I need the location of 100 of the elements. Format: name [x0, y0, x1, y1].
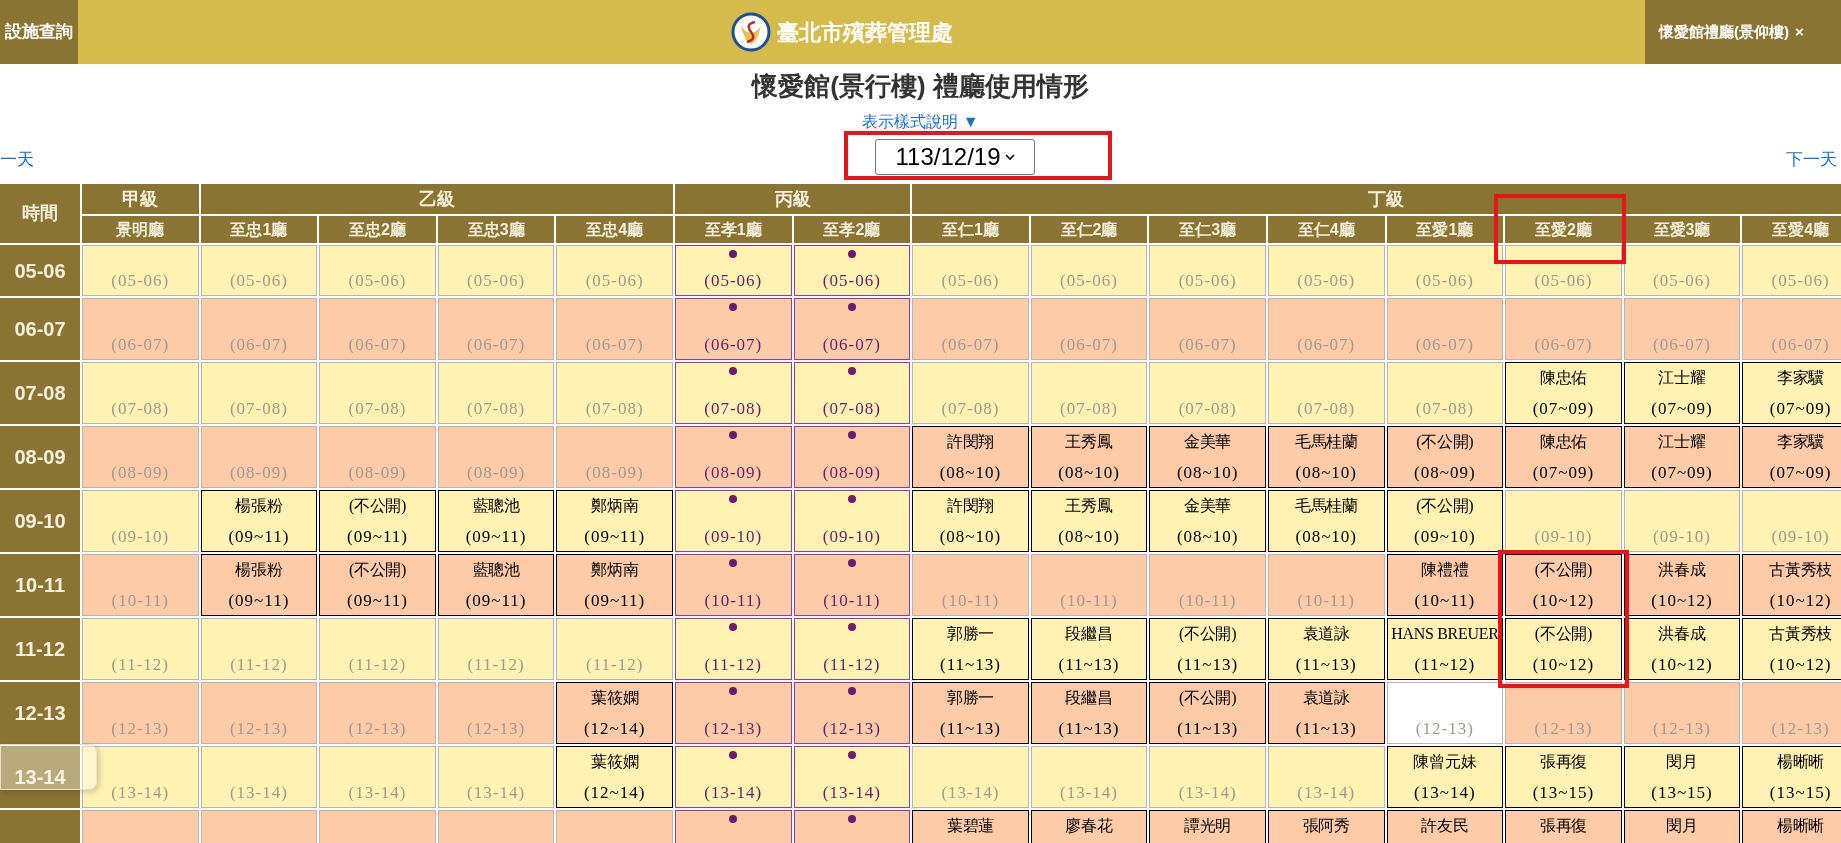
close-icon[interactable]: ×: [1795, 20, 1804, 44]
deceased-name: 毛馬桂蘭: [1294, 432, 1358, 452]
deceased-name: 閔月: [1666, 752, 1698, 772]
grade-header: 甲級: [82, 184, 199, 214]
deceased-name: 江士耀: [1658, 368, 1706, 388]
deceased-name: 古黃秀枝: [1769, 624, 1832, 644]
time-range: (09~11): [465, 590, 527, 612]
time-range: (09-10): [822, 526, 881, 548]
time-range: (10~12): [1651, 654, 1713, 676]
hall-header: 至仁1廳: [912, 216, 1029, 243]
time-label-text: 13-14: [14, 765, 66, 790]
time-range: (09-10): [1771, 526, 1830, 548]
facility-search-tab[interactable]: 設施查詢: [0, 0, 78, 64]
time-range: (11~13): [1177, 718, 1239, 740]
hall-header: 至愛3廳: [1623, 216, 1741, 243]
time-label-text: 07-08: [14, 381, 66, 406]
time-range: (08~10): [939, 526, 1002, 548]
time-range: (05-06): [585, 270, 644, 292]
time-range: (05-06): [229, 270, 288, 292]
time-range: (07~09): [1651, 462, 1713, 484]
time-range: (09~11): [584, 526, 646, 548]
time-range: (13-14): [1297, 782, 1356, 804]
time-range: (12-13): [704, 718, 763, 740]
time-range: (10~12): [1532, 590, 1595, 612]
time-label-text: 11-12: [14, 637, 66, 662]
time-range: (05-06): [1415, 270, 1474, 292]
deceased-name: 楊張粉: [235, 560, 283, 580]
deceased-name: HANS BREUER: [1391, 624, 1499, 644]
time-range: (06-07): [229, 334, 288, 356]
time-range: (10-11): [111, 590, 169, 612]
time-range: (09-10): [1653, 526, 1711, 548]
deceased-name: 楊張粉: [235, 496, 283, 516]
time-range: (09~11): [584, 590, 646, 612]
deceased-name: (不公開): [1534, 560, 1592, 581]
grade-header: 丁級: [912, 184, 1841, 214]
hall-header: 至忠1廳: [200, 216, 318, 243]
time-label-text: 08-09: [14, 445, 66, 470]
time-range: (08~10): [939, 462, 1002, 484]
time-range: (06-07): [1771, 334, 1830, 356]
date-select[interactable]: 113/12/19: [875, 139, 1035, 175]
deceased-name: 藍聰池: [472, 496, 520, 516]
time-range: (12-13): [1415, 718, 1474, 740]
time-range: (11~13): [1295, 718, 1357, 740]
previous-day-link[interactable]: 一天: [0, 147, 34, 173]
time-range: (05-06): [348, 270, 407, 292]
time-range: (09-10): [111, 526, 170, 548]
hall-tab[interactable]: 懷愛館禮廳(景仰樓) ×: [1645, 0, 1841, 64]
deceased-name: 古黃秀枝: [1769, 560, 1832, 580]
time-range: (13-14): [1060, 782, 1119, 804]
time-range: (07~09): [1532, 462, 1595, 484]
time-range: (06-07): [111, 334, 170, 356]
time-range: (08-09): [111, 462, 170, 484]
time-range: (09-10): [1534, 526, 1593, 548]
time-range: (06-07): [348, 334, 407, 356]
time-label-text: 12-13: [14, 701, 66, 726]
time-range: (12-13): [1653, 718, 1711, 740]
time-range: (08-09): [229, 462, 288, 484]
time-range: (08-09): [822, 462, 881, 484]
time-range: (09-10): [704, 526, 763, 548]
next-day-link[interactable]: 下一天: [1786, 147, 1837, 173]
chevron-down-icon: [1004, 153, 1015, 161]
time-range: (10-11): [941, 590, 1000, 612]
time-range: (07-08): [822, 398, 881, 420]
time-range: (11~13): [1177, 654, 1239, 676]
time-range: (12-13): [1534, 718, 1593, 740]
time-range: (10-11): [1060, 590, 1118, 612]
time-range: (08~10): [1295, 462, 1357, 484]
time-range: (08~10): [1058, 526, 1120, 548]
time-range: (05-06): [1653, 270, 1711, 292]
deceased-name: (不公開): [1179, 624, 1237, 645]
deceased-name: 郭勝一: [946, 688, 994, 708]
deceased-name: 段繼昌: [1065, 688, 1113, 708]
hall-header: 至孝1廳: [674, 216, 792, 243]
deceased-name: 陳忠佑: [1539, 432, 1587, 452]
time-range: (11-12): [230, 654, 288, 676]
time-range: (10~12): [1532, 654, 1595, 676]
time-range: (13~15): [1651, 782, 1713, 804]
deceased-name: 洪春成: [1658, 624, 1706, 644]
hall-header: 至仁4廳: [1267, 216, 1385, 243]
hall-header: 至仁2廳: [1030, 216, 1148, 243]
time-range: (11-12): [586, 654, 644, 676]
time-label-text: 10-11: [14, 573, 66, 598]
time-range: (13~15): [1769, 782, 1832, 804]
site-title: 臺北市殯葬管理處: [776, 18, 953, 47]
time-range: (11-12): [704, 654, 762, 676]
legend-link[interactable]: 表示樣式說明 ▼: [862, 112, 979, 132]
deceased-name: 閔月: [1666, 816, 1698, 836]
time-range: (08~10): [1058, 462, 1120, 484]
time-range: (07-08): [1297, 398, 1356, 420]
time-range: (07-08): [111, 398, 170, 420]
deceased-name: 張再復: [1539, 752, 1587, 772]
time-range: (08~10): [1176, 526, 1239, 548]
time-range: (07~09): [1532, 398, 1595, 420]
time-range: (05-06): [822, 270, 881, 292]
floating-tab[interactable]: [0, 744, 97, 790]
deceased-name: 郭勝一: [946, 624, 994, 644]
time-range: (10-11): [823, 590, 881, 612]
deceased-name: 王秀鳳: [1065, 496, 1113, 516]
time-range: (06-07): [704, 334, 763, 356]
time-range: (10-11): [1178, 590, 1237, 612]
